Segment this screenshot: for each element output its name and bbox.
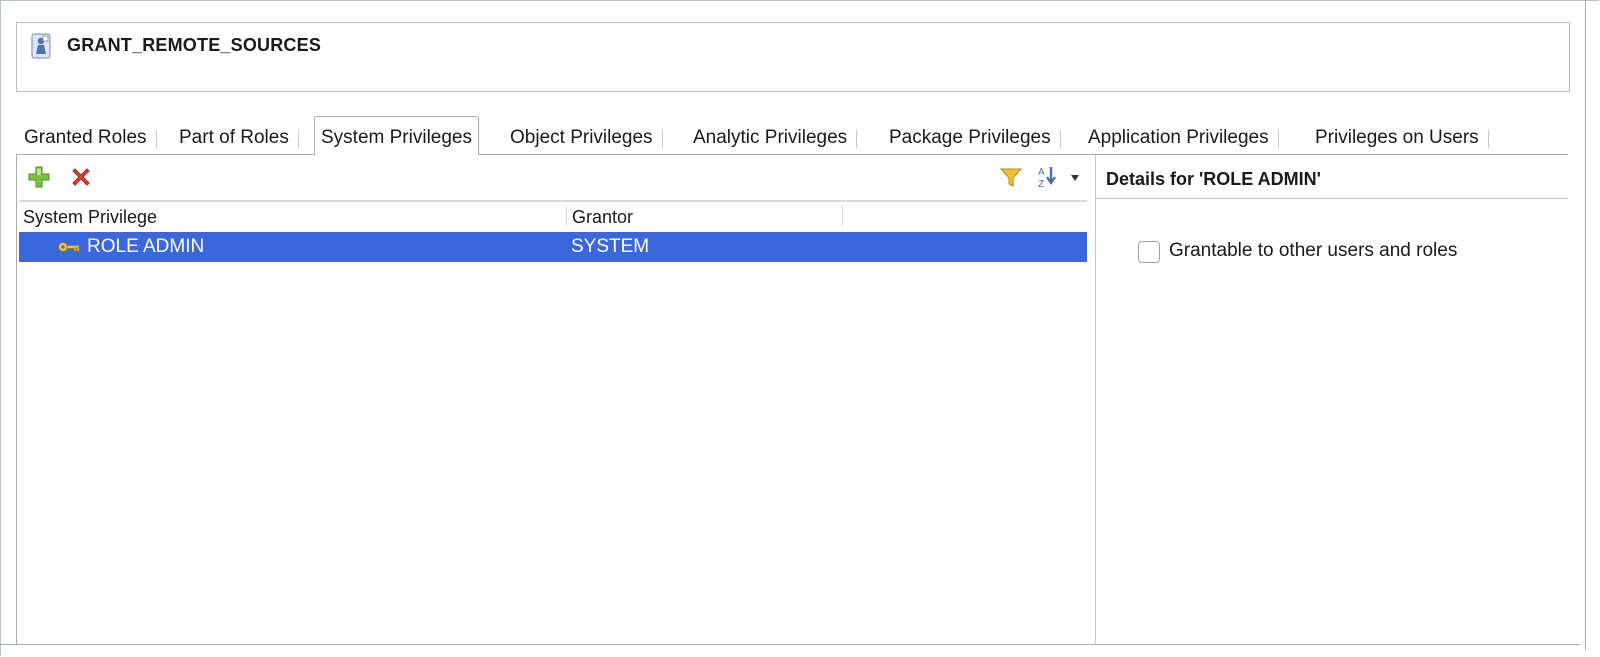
filter-icon[interactable]	[999, 165, 1023, 189]
details-divider	[1096, 198, 1568, 199]
torn-edge-right	[1571, 0, 1586, 650]
column-header-grantor[interactable]: Grantor	[572, 206, 633, 228]
tab-system-privileges[interactable]: System Privileges	[314, 116, 479, 155]
tab-privileges-on-users[interactable]: Privileges on Users	[1309, 124, 1489, 154]
sort-az-icon[interactable]: A Z	[1037, 165, 1081, 190]
table-row[interactable]: ROLE ADMIN SYSTEM	[19, 232, 1087, 262]
cell-privilege: ROLE ADMIN	[87, 236, 205, 257]
grantable-label[interactable]: Grantable to other users and roles	[1169, 240, 1457, 262]
column-divider[interactable]	[566, 206, 567, 226]
tab-part-of-roles[interactable]: Part of Roles	[173, 124, 299, 154]
role-icon	[31, 33, 51, 59]
privileges-toolbar: A Z	[17, 155, 1095, 199]
grantable-checkbox[interactable]	[1138, 241, 1160, 263]
tab-analytic-privileges[interactable]: Analytic Privileges	[687, 124, 858, 154]
role-header: GRANT_REMOTE_SOURCES	[16, 22, 1570, 92]
svg-text:A: A	[1038, 167, 1045, 178]
tab-application-privileges[interactable]: Application Privileges	[1082, 124, 1279, 154]
privileges-pane: A Z System Privilege Grantor ROLE ADMIN …	[16, 155, 1096, 645]
tab-object-privileges[interactable]: Object Privileges	[504, 124, 663, 154]
tab-granted-roles[interactable]: Granted Roles	[18, 124, 157, 154]
delete-icon[interactable]	[69, 165, 93, 189]
details-title: Details for 'ROLE ADMIN'	[1106, 169, 1321, 189]
key-icon	[57, 238, 81, 256]
cell-grantor: SYSTEM	[571, 236, 650, 257]
details-pane: Details for 'ROLE ADMIN' Grantable to ot…	[1096, 155, 1568, 645]
tab-package-privileges[interactable]: Package Privileges	[883, 124, 1061, 154]
add-icon[interactable]	[27, 165, 51, 189]
svg-text:Z: Z	[1038, 179, 1044, 189]
column-divider[interactable]	[842, 206, 843, 226]
tab-bar: Granted Roles Part of Roles System Privi…	[16, 116, 1568, 156]
page-title: GRANT_REMOTE_SOURCES	[67, 35, 322, 55]
table-header: System Privilege Grantor	[19, 200, 1087, 230]
column-header-system-privilege[interactable]: System Privilege	[23, 206, 157, 228]
